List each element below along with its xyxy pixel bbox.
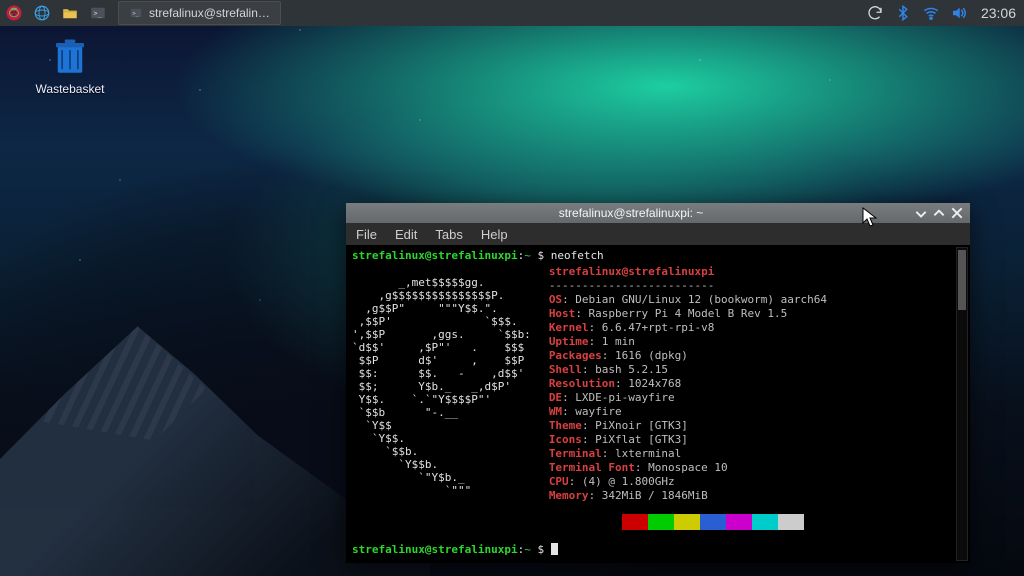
terminal-window: strefalinux@strefalinuxpi: ~ File Edit T… [346,203,970,563]
window-minimize-button[interactable] [914,206,928,220]
window-maximize-button[interactable] [932,206,946,220]
color-swatch [700,514,726,530]
color-swatch [648,514,674,530]
trash-icon [49,36,91,78]
terminal-title-text: strefalinux@strefalinuxpi: ~ [352,206,910,220]
desktop-trash[interactable]: Wastebasket [34,36,106,96]
svg-text:>_: >_ [133,11,140,17]
terminal-menu-file[interactable]: File [356,227,377,242]
file-manager-launcher[interactable] [58,1,82,25]
neofetch-color-swatches [596,514,964,530]
system-tray: 23:06 [865,3,1024,23]
neofetch-system-info: strefalinux@strefalinuxpi --------------… [549,265,827,508]
terminal-menu-edit[interactable]: Edit [395,227,417,242]
color-swatch [622,514,648,530]
neofetch-output: _,met$$$$$gg. ,g$$$$$$$$$$$$$$$P. ,g$$P"… [352,265,964,508]
svg-text:>_: >_ [94,9,103,17]
top-panel: >_ >_ strefalinux@strefalin… 23:06 [0,0,1024,26]
updates-icon[interactable] [865,3,885,23]
wifi-icon[interactable] [921,3,941,23]
terminal-launcher[interactable]: >_ [86,1,110,25]
terminal-menu-tabs[interactable]: Tabs [435,227,462,242]
panel-clock[interactable]: 23:06 [981,5,1016,21]
terminal-cursor [551,543,558,555]
bluetooth-icon[interactable] [893,3,913,23]
terminal-scrollbar[interactable] [956,247,968,561]
terminal-prompt-line-2: strefalinux@strefalinuxpi:~ $ [352,543,558,557]
color-swatch [596,514,622,530]
color-swatch [726,514,752,530]
color-swatch [778,514,804,530]
scrollbar-thumb[interactable] [958,250,966,310]
neofetch-ascii-logo: _,met$$$$$gg. ,g$$$$$$$$$$$$$$$P. ,g$$P"… [352,276,531,497]
terminal-titlebar[interactable]: strefalinux@strefalinuxpi: ~ [346,203,970,223]
web-browser-launcher[interactable] [30,1,54,25]
terminal-menubar: File Edit Tabs Help [346,223,970,245]
taskbar-entry-terminal[interactable]: >_ strefalinux@strefalin… [118,1,281,25]
color-swatch [674,514,700,530]
volume-icon[interactable] [949,3,969,23]
color-swatch [752,514,778,530]
terminal-menu-help[interactable]: Help [481,227,508,242]
terminal-viewport[interactable]: strefalinux@strefalinuxpi:~ $ neofetch _… [346,245,970,563]
taskbar-entry-label: strefalinux@strefalin… [149,6,270,20]
app-menu-button[interactable] [2,1,26,25]
desktop-trash-label: Wastebasket [34,82,106,96]
window-close-button[interactable] [950,206,964,220]
terminal-prompt-line-1: strefalinux@strefalinuxpi:~ $ neofetch [352,249,964,263]
